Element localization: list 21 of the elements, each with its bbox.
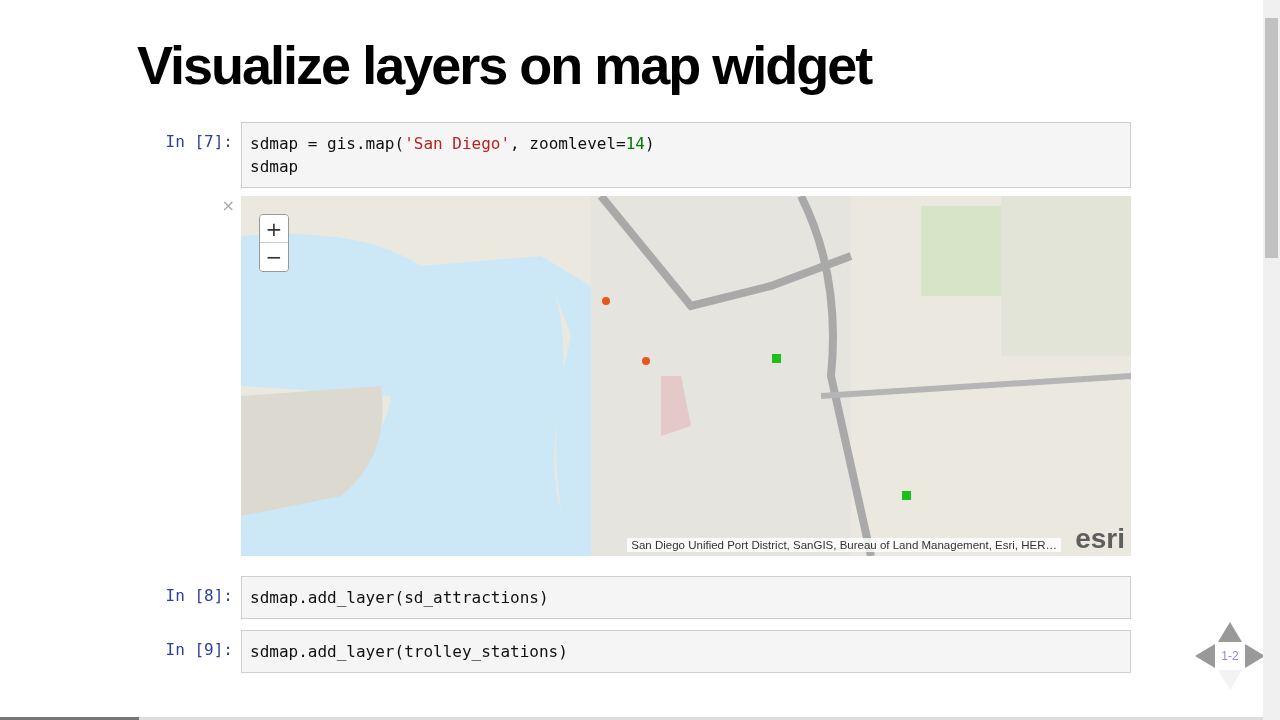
scrollbar-thumb[interactable]: [1265, 18, 1278, 258]
zoom-out-button[interactable]: −: [260, 243, 288, 271]
code-cell[interactable]: sdmap.add_layer(sd_attractions): [241, 576, 1131, 619]
map-attribution: San Diego Unified Port District, SanGIS, Bureau of Land Management, Esri, HER…: [627, 538, 1061, 552]
left-arrow-icon[interactable]: [1195, 644, 1216, 668]
cell-prompt: In [8]:: [164, 585, 234, 605]
code-line: sdmap: [250, 156, 299, 178]
cell-prompt: In [9]:: [164, 639, 234, 659]
zoom-in-button[interactable]: +: [260, 215, 288, 243]
slide-title: Visualize layers on map widget: [137, 34, 872, 97]
slide-number: 1-2: [1221, 649, 1239, 663]
code-line: sdmap.add_layer(sd_attractions): [250, 587, 549, 609]
code-line: sdmap = gis.map('San Diego', zoomlevel=14): [250, 133, 655, 155]
right-arrow-icon[interactable]: [1244, 644, 1265, 668]
scrollbar[interactable]: [1263, 0, 1280, 720]
code-cell[interactable]: sdmap = gis.map('San Diego', zoomlevel=14) sdmap: [241, 122, 1131, 188]
code-cell[interactable]: sdmap.add_layer(trolley_stations): [241, 630, 1131, 673]
map-logo: esri: [1075, 524, 1125, 554]
cell-prompt: In [7]:: [164, 131, 234, 151]
code-line: sdmap.add_layer(trolley_stations): [250, 641, 568, 663]
up-arrow-icon[interactable]: [1218, 622, 1242, 642]
